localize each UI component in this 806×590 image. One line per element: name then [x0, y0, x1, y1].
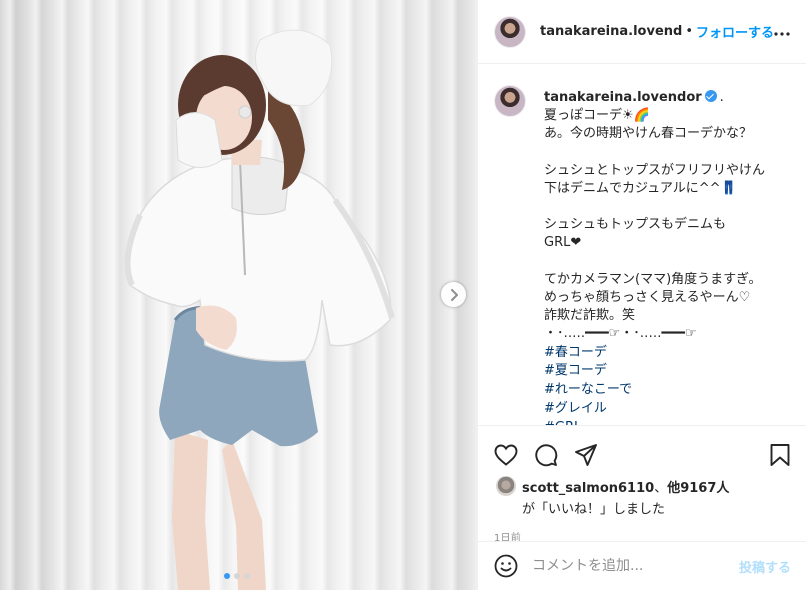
- caption-username[interactable]: tanakareina.lovendor: [544, 90, 702, 105]
- carousel-indicator: [224, 573, 250, 579]
- action-bar: [478, 426, 806, 474]
- caption-first-line: .: [719, 90, 724, 105]
- likes-joiner: 、: [654, 480, 668, 496]
- caption: tanakareina.lovendor. 夏っぽコーデ☀🌈 あ。今の時期やけん…: [494, 85, 794, 425]
- more-horizontal-icon: [774, 32, 790, 36]
- comment-input[interactable]: [532, 558, 739, 574]
- carousel-dot: [224, 573, 230, 579]
- likes-suffix: が「いいね！」しました: [522, 502, 666, 517]
- follow-button[interactable]: フォローする: [696, 22, 774, 41]
- liker-avatar[interactable]: [496, 476, 516, 496]
- liker-username[interactable]: scott_salmon6110: [522, 481, 654, 496]
- post-comment-button[interactable]: 投稿する: [739, 557, 791, 576]
- share-button[interactable]: [574, 443, 598, 467]
- avatar[interactable]: [494, 15, 526, 48]
- hashtag-link[interactable]: #春コーデ: [544, 344, 794, 363]
- post-side-panel: tanakareina.lovend • フォローする tanakareina.…: [477, 0, 806, 590]
- more-options-button[interactable]: [773, 22, 791, 41]
- header-username[interactable]: tanakareina.lovend: [540, 24, 682, 39]
- hashtag-link[interactable]: #夏コーデ: [544, 362, 794, 381]
- caption-avatar[interactable]: [494, 85, 526, 117]
- comments-area[interactable]: tanakareina.lovendor. 夏っぽコーデ☀🌈 あ。今の時期やけん…: [478, 65, 806, 425]
- carousel-next-button[interactable]: [441, 282, 466, 307]
- likes-row: scott_salmon6110、他9167人: [478, 474, 806, 496]
- hashtag-link[interactable]: #グレイル: [544, 400, 794, 419]
- emoji-button[interactable]: [494, 554, 518, 578]
- comment-icon: [535, 444, 558, 467]
- caption-text: 夏っぽコーデ☀🌈 あ。今の時期やけん春コーデかな？ シュシュとトップスがフリフリ…: [544, 108, 766, 342]
- likes-others[interactable]: 他9167人: [667, 481, 729, 496]
- post-footer: scott_salmon6110、他9167人 が「いいね！」しました 1日前: [478, 425, 806, 544]
- hashtag-link[interactable]: #れーなこーで: [544, 381, 794, 400]
- bookmark-icon: [770, 444, 790, 466]
- header-separator: •: [685, 24, 693, 39]
- save-button[interactable]: [769, 443, 791, 467]
- comment-form: 投稿する: [478, 541, 806, 590]
- chevron-right-icon: [450, 288, 458, 301]
- smiley-icon: [494, 554, 518, 578]
- model-illustration: [124, 29, 395, 590]
- carousel-dot: [244, 573, 250, 579]
- heart-icon: [494, 444, 518, 466]
- verified-badge-icon: [704, 90, 717, 102]
- share-icon: [575, 444, 597, 466]
- like-button[interactable]: [494, 444, 518, 466]
- carousel-dot: [234, 573, 240, 579]
- post-header: tanakareina.lovend • フォローする: [478, 0, 806, 64]
- hashtag-list: #春コーデ#夏コーデ#れーなこーで#グレイル#GRL: [544, 344, 794, 425]
- likes-summary[interactable]: scott_salmon6110、他9167人: [522, 477, 729, 496]
- post-photo[interactable]: [0, 0, 477, 590]
- comment-button[interactable]: [534, 443, 558, 467]
